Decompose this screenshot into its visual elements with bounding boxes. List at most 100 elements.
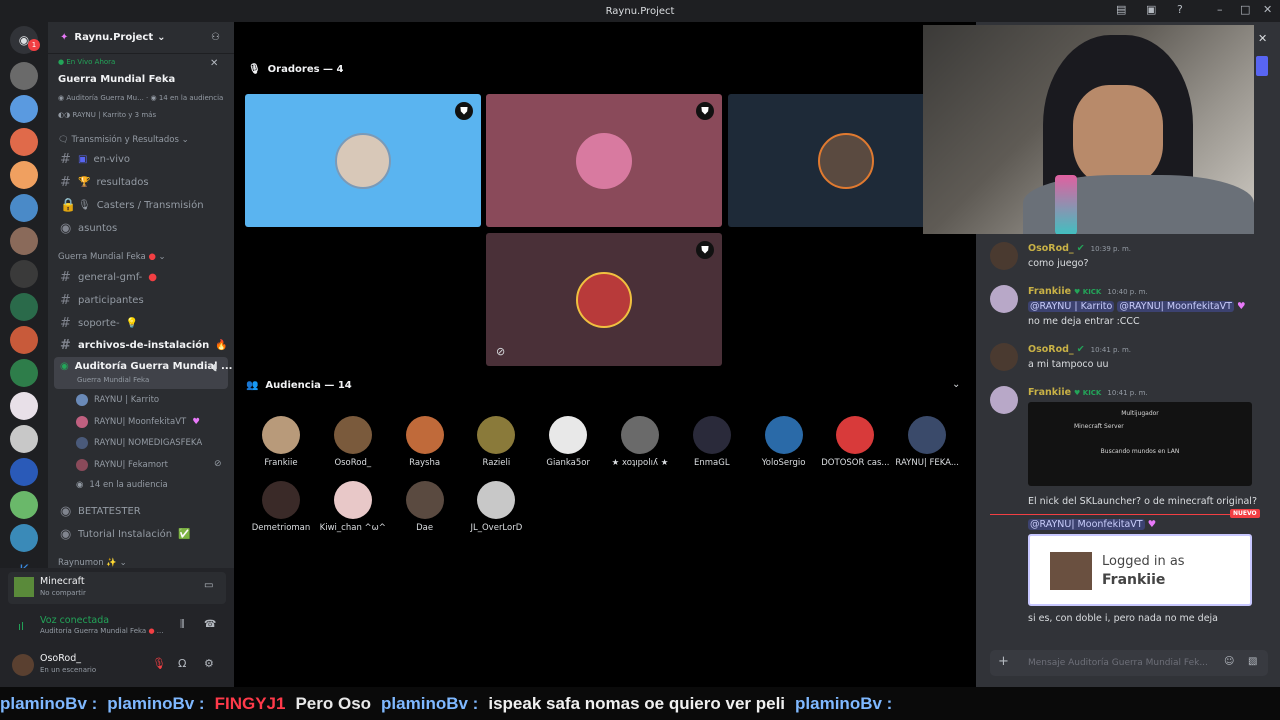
voice-user[interactable]: RAYNU| MoonfekitaVT ♥ xyxy=(76,416,200,428)
mention[interactable]: @RAYNU | Karrito xyxy=(1028,301,1115,312)
avatar[interactable] xyxy=(990,242,1018,270)
message-text: no me deja entrar :CCC xyxy=(1028,316,1140,327)
speaker-tile[interactable]: ⛊ xyxy=(486,94,722,227)
voice-connected: Voz conectada xyxy=(40,615,110,626)
channel-betatester[interactable]: ◉ BETATESTER xyxy=(60,504,141,519)
server-icon[interactable] xyxy=(10,491,38,519)
server-icon[interactable] xyxy=(10,194,38,222)
channel-casters[interactable]: 🔒 🎙 Casters / Transmisión xyxy=(60,198,204,213)
mention[interactable]: @RAYNU| MoonfekitaVT xyxy=(1028,519,1145,530)
avatar xyxy=(818,132,874,189)
ticker-item: ispeak safa nomas oe quiero ver peli xyxy=(488,693,786,713)
muted-mic-icon: ⊘ xyxy=(496,345,506,358)
mic-muted-icon[interactable]: 🎙 xyxy=(152,657,166,670)
speaker-tile[interactable]: ⛊ ⊘ xyxy=(486,233,722,366)
audience-member[interactable]: Raysha xyxy=(389,416,461,468)
ticker-item: plaminoBv : xyxy=(795,693,893,713)
audience-name: Frankiie xyxy=(264,458,298,468)
close-chat-icon[interactable]: ✕ xyxy=(1258,32,1267,45)
server-icon[interactable] xyxy=(10,227,38,255)
server-icon[interactable] xyxy=(10,62,38,90)
invite-icon[interactable]: ⚇ xyxy=(211,32,220,43)
minimize-icon[interactable]: – xyxy=(1217,3,1223,16)
audience-member[interactable]: DOTOSOR cas... xyxy=(819,416,891,468)
server-icon[interactable] xyxy=(10,293,38,321)
title-bar: Raynu.Project ▤ ▣ ? – □ ✕ xyxy=(0,0,1280,22)
avatar[interactable] xyxy=(990,386,1018,414)
audience-member[interactable]: RAYNU| FEKA... xyxy=(891,416,963,468)
voice-user[interactable]: RAYNU | Karrito xyxy=(76,394,159,406)
avatar[interactable] xyxy=(990,285,1018,313)
audience-member[interactable]: EnmaGL xyxy=(676,416,748,468)
voice-channel[interactable]: Auditoría Guerra Mundial Feka ● ... xyxy=(40,627,163,635)
maximize-icon[interactable]: □ xyxy=(1240,3,1250,16)
side-button[interactable] xyxy=(1256,56,1268,76)
server-icon[interactable] xyxy=(10,458,38,486)
mc-server: Minecraft Server xyxy=(1074,423,1124,430)
noise-icon[interactable]: ⫼ xyxy=(180,619,185,630)
category-guerra[interactable]: Guerra Mundial Feka ● ⌄ xyxy=(58,252,166,262)
server-icon[interactable] xyxy=(10,425,38,453)
server-icon[interactable] xyxy=(10,128,38,156)
stage-channel[interactable]: ◉ Auditoría Guerra Mundial ... xyxy=(60,361,232,372)
channel-asuntos[interactable]: ◉ asuntos xyxy=(60,221,117,236)
channel-tutorial[interactable]: ◉ Tutorial Instalación ✅ xyxy=(60,527,191,542)
emoji-icon[interactable]: ☺ xyxy=(1224,656,1234,667)
audience-name: RAYNU| FEKA... xyxy=(895,458,959,468)
audience-member[interactable]: Gianka5or xyxy=(532,416,604,468)
disconnect-icon[interactable]: ☎ xyxy=(204,619,216,630)
close-window-icon[interactable]: ✕ xyxy=(1263,3,1272,16)
channel-en-vivo[interactable]: # ▣ en-vivo xyxy=(60,152,130,167)
server-icon[interactable] xyxy=(10,359,38,387)
server-header[interactable]: ✦ Raynu.Project ⌄ ⚇ xyxy=(48,22,234,54)
audience-member[interactable]: OsoRod_ xyxy=(317,416,389,468)
channel-participantes[interactable]: # participantes xyxy=(60,293,144,308)
chevron-down-icon[interactable]: ⌄ xyxy=(952,379,960,390)
avatar[interactable] xyxy=(12,654,34,676)
audience-name: OsoRod_ xyxy=(334,458,372,468)
message-placeholder: Mensaje Auditoría Guerra Mundial Fek... xyxy=(1028,658,1208,668)
settings-gear-icon[interactable]: ⚙ xyxy=(204,657,214,670)
channel-resultados[interactable]: # 🏆 resultados xyxy=(60,175,149,190)
audience-member[interactable]: Dae xyxy=(389,481,461,533)
voice-user[interactable]: RAYNU| NOMEDIGASFEKA xyxy=(76,437,202,449)
audience-member[interactable]: Razieli xyxy=(460,416,532,468)
server-icon[interactable] xyxy=(10,95,38,123)
server-icon[interactable] xyxy=(10,161,38,189)
minecraft-screenshot[interactable]: Multijugador Minecraft Server Buscando m… xyxy=(1028,402,1252,486)
audience-member[interactable]: YoloSergio xyxy=(748,416,820,468)
close-icon[interactable]: ✕ xyxy=(210,58,218,69)
add-icon[interactable]: + xyxy=(998,654,1009,669)
audience-member[interactable]: ★ xoʇıpolıʎ ★ xyxy=(604,416,676,468)
audience-member[interactable]: JL_OverLorD xyxy=(460,481,532,533)
help-icon[interactable]: ? xyxy=(1177,3,1183,16)
server-icon[interactable] xyxy=(10,392,38,420)
voice-user[interactable]: RAYNU| Fekamort xyxy=(76,459,168,471)
audience-member[interactable]: Kiwi_chan ^ω^ xyxy=(317,481,389,533)
mention[interactable]: @RAYNU| MoonfekitaVT xyxy=(1117,301,1234,312)
stream-icon[interactable]: ▭ xyxy=(204,580,213,591)
channel-soporte[interactable]: # soporte- 💡 xyxy=(60,316,138,331)
headphones-icon[interactable]: Ω xyxy=(178,657,186,670)
server-icon[interactable] xyxy=(10,326,38,354)
speaker-tile[interactable]: ⛊ xyxy=(245,94,481,227)
image-embed[interactable]: Logged in as Frankiie xyxy=(1028,534,1252,606)
chat-icon[interactable]: ◖ xyxy=(212,362,217,373)
screen-icon[interactable]: ▣ xyxy=(1146,3,1156,16)
gift-icon[interactable]: ▧ xyxy=(1248,656,1257,667)
message-input[interactable]: + Mensaje Auditoría Guerra Mundial Fek..… xyxy=(990,650,1268,676)
audience-member[interactable]: Frankiie xyxy=(245,416,317,468)
live-event-title[interactable]: Guerra Mundial Feka xyxy=(58,74,175,85)
category-raynumon[interactable]: Raynumon ✨ ⌄ xyxy=(58,558,127,568)
server-icon[interactable] xyxy=(10,524,38,552)
inbox-icon[interactable]: ▤ xyxy=(1116,3,1126,16)
avatar xyxy=(405,481,444,519)
minecraft-icon xyxy=(14,577,34,597)
audience-name: JL_OverLorD xyxy=(470,523,523,533)
channel-general[interactable]: # general-gmf- ● xyxy=(60,270,157,285)
server-icon[interactable] xyxy=(10,260,38,288)
avatar[interactable] xyxy=(990,343,1018,371)
audience-member[interactable]: Demetrioman xyxy=(245,481,317,533)
category-transmision[interactable]: 🗨 Transmisión y Resultados ⌄ xyxy=(58,135,189,145)
channel-archivos[interactable]: # archivos-de-instalación 🔥 xyxy=(60,338,228,353)
